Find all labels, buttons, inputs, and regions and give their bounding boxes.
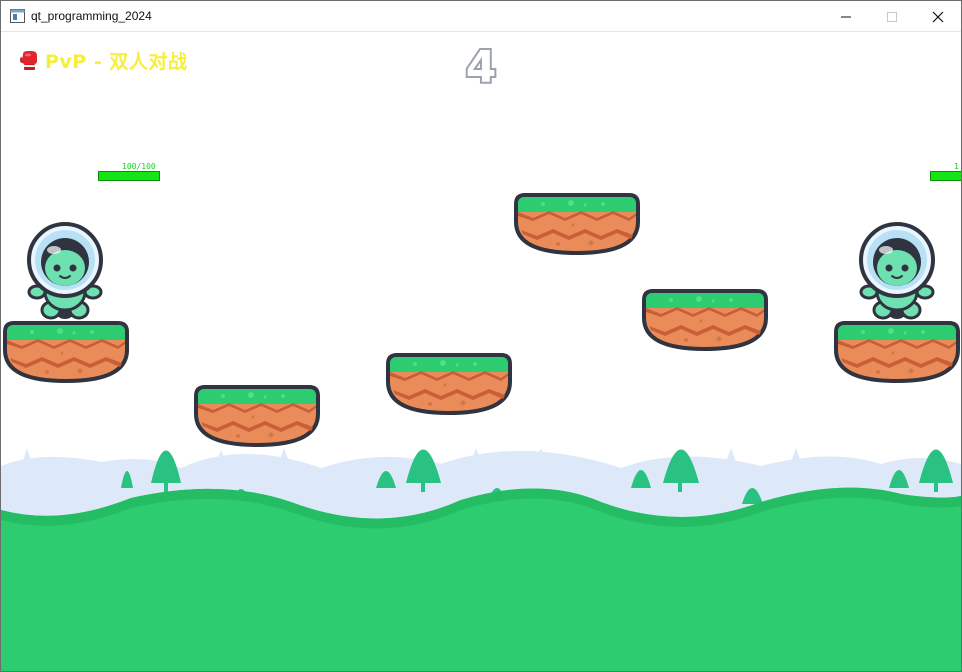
player2-health-text: 1 xyxy=(954,162,959,171)
player2-character xyxy=(859,222,935,320)
boxing-glove-icon xyxy=(20,50,37,70)
platform xyxy=(514,193,640,255)
ground-scenery xyxy=(1,448,961,671)
close-icon xyxy=(932,11,944,22)
mode-indicator: PvP - 双人对战 xyxy=(19,47,187,74)
window-title: qt_programming_2024 xyxy=(31,9,152,23)
minimize-button[interactable] xyxy=(823,1,869,32)
player1-character xyxy=(27,222,103,320)
player1-health-text: 100/100 xyxy=(122,162,156,171)
game-window: qt_programming_2024 PvP - 双人对战 4 100/100… xyxy=(0,0,962,672)
mode-label: PvP - 双人对战 xyxy=(45,51,188,73)
player1-health-bar xyxy=(98,171,160,181)
countdown-counter: 4 xyxy=(464,41,499,89)
app-icon xyxy=(10,9,25,23)
game-stage[interactable]: PvP - 双人对战 4 100/100 1 xyxy=(1,33,961,671)
platform xyxy=(834,321,960,383)
platform xyxy=(3,321,129,383)
close-button[interactable] xyxy=(915,1,961,32)
platform xyxy=(194,385,320,447)
countdown-number: 4 xyxy=(466,42,497,89)
maximize-icon xyxy=(887,11,897,22)
player2-health-bar xyxy=(930,171,961,181)
title-bar[interactable]: qt_programming_2024 xyxy=(1,1,961,32)
minimize-icon xyxy=(841,16,851,17)
maximize-button[interactable] xyxy=(869,1,915,32)
platform xyxy=(642,289,768,351)
platform xyxy=(386,353,512,415)
